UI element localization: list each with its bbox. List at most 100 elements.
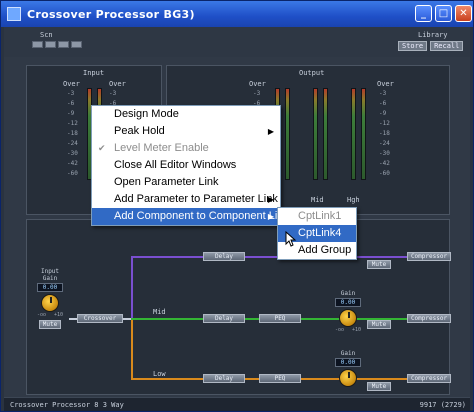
input-gain-scale-min: -oo bbox=[37, 312, 47, 318]
mid-gain-scale-max: +10 bbox=[351, 327, 361, 333]
submenu-item-label: CptLink1 bbox=[298, 210, 342, 222]
mouse-cursor-icon bbox=[285, 231, 297, 247]
submenu-arrow-icon: ▶ bbox=[267, 127, 274, 136]
low-gain-value[interactable]: 0.00 bbox=[335, 358, 361, 367]
mid-gain-scale: -oo +10 bbox=[331, 327, 365, 333]
window-title: Crossover Processor BG3) bbox=[27, 7, 195, 21]
output-right-tick-label: -9 bbox=[379, 110, 387, 117]
output-over-right: Over bbox=[377, 80, 394, 88]
output-right-tick-label: -12 bbox=[379, 120, 390, 127]
high-mute-button[interactable]: Mute bbox=[367, 260, 391, 269]
mid-gain-control: Gain 0.00 -oo +10 bbox=[331, 290, 365, 333]
mid-mute-button[interactable]: Mute bbox=[367, 320, 391, 329]
minimize-button[interactable]: _ bbox=[415, 5, 432, 22]
scene-button-4[interactable] bbox=[71, 41, 82, 48]
input-mute-button[interactable]: Mute bbox=[39, 320, 61, 329]
output-right-tick-label: -30 bbox=[379, 150, 390, 157]
recall-button[interactable]: Recall bbox=[430, 41, 464, 51]
mid-delay-block[interactable]: Delay bbox=[203, 314, 245, 323]
input-left-tick-label: -60 bbox=[67, 170, 78, 177]
output-channel-high: Hgh bbox=[347, 196, 360, 204]
mid-compressor-block[interactable]: Compressor bbox=[407, 314, 451, 323]
menu-item-label: Level Meter Enable bbox=[114, 142, 209, 154]
menu-item-close-all-editor-windows[interactable]: Close All Editor Windows bbox=[92, 157, 280, 174]
output-right-tick-label: -42 bbox=[379, 160, 390, 167]
context-menu: Design Mode Peak Hold ▶ ✔ Level Meter Enab… bbox=[91, 105, 289, 226]
submenu-arrow-icon: ▶ bbox=[267, 195, 274, 204]
mid-gain-value[interactable]: 0.00 bbox=[335, 298, 361, 307]
scene-buttons bbox=[32, 41, 82, 48]
output-right-tick-label: -3 bbox=[379, 90, 387, 97]
scene-button-2[interactable] bbox=[45, 41, 56, 48]
mid-gain-knob[interactable] bbox=[339, 309, 357, 327]
low-gain-control: Gain 0.00 bbox=[331, 350, 365, 387]
low-band-label: Low bbox=[153, 370, 166, 378]
input-gain-label: Input bbox=[40, 268, 60, 275]
mid-band-label: Mid bbox=[153, 308, 166, 316]
app-window: Crossover Processor BG3) _ □ ✕ Scn Libra… bbox=[0, 0, 474, 412]
input-left-tick-label: -12 bbox=[67, 120, 78, 127]
library-label: Library bbox=[418, 31, 448, 39]
menu-item-add-component-to-component-link[interactable]: Add Component to Component Link ▶ bbox=[92, 208, 289, 225]
app-icon bbox=[7, 7, 21, 21]
low-gain-knob[interactable] bbox=[339, 369, 357, 387]
input-gain-scale-max: +10 bbox=[53, 312, 63, 318]
output-meter-title: Output bbox=[299, 69, 325, 77]
wire-high-vertical bbox=[131, 256, 133, 318]
wire-crossover-out bbox=[123, 318, 131, 320]
signal-flow-panel: Input Gain 0.00 -oo +10 Mute Crossover D… bbox=[26, 219, 451, 395]
input-left-tick-label: -18 bbox=[67, 130, 78, 137]
mid-gain-scale-min: -oo bbox=[335, 327, 345, 333]
low-delay-block[interactable]: Delay bbox=[203, 374, 245, 383]
crossover-block[interactable]: Crossover bbox=[77, 314, 123, 323]
scene-button-3[interactable] bbox=[58, 41, 69, 48]
submenu-arrow-icon: ▶ bbox=[267, 212, 274, 221]
scene-button-1[interactable] bbox=[32, 41, 43, 48]
checkmark-icon: ✔ bbox=[98, 143, 106, 153]
menu-item-open-parameter-link[interactable]: Open Parameter Link bbox=[92, 174, 280, 191]
menu-item-label: Add Parameter to Parameter Link bbox=[114, 193, 278, 205]
top-toolbar: Scn Library Store Recall bbox=[4, 27, 470, 57]
input-over-right: Over bbox=[109, 80, 126, 88]
input-left-tick-label: -24 bbox=[67, 140, 78, 147]
menu-item-peak-hold[interactable]: Peak Hold ▶ bbox=[92, 123, 280, 140]
submenu-item-label: Add Group bbox=[298, 244, 352, 256]
high-compressor-block[interactable]: Compressor bbox=[407, 252, 451, 261]
output-meter-3 bbox=[313, 88, 318, 180]
input-meter-title: Input bbox=[83, 69, 105, 77]
store-button[interactable]: Store bbox=[398, 41, 428, 51]
mid-gain-label: Gain bbox=[340, 290, 356, 297]
low-mute-button[interactable]: Mute bbox=[367, 382, 391, 391]
mid-peq-block[interactable]: PEQ bbox=[259, 314, 301, 323]
output-over-left: Over bbox=[249, 80, 266, 88]
title-bar[interactable]: Crossover Processor BG3) _ □ ✕ bbox=[1, 1, 473, 27]
menu-item-label: Open Parameter Link bbox=[114, 176, 219, 188]
wire-input-to-crossover bbox=[69, 318, 77, 320]
menu-item-add-parameter-to-parameter-link[interactable]: Add Parameter to Parameter Link ▶ bbox=[92, 191, 280, 208]
input-gain-sublabel: Gain bbox=[42, 275, 58, 282]
low-compressor-block[interactable]: Compressor bbox=[407, 374, 451, 383]
high-delay-block[interactable]: Delay bbox=[203, 252, 245, 261]
submenu-item-cptlink1[interactable]: CptLink1 bbox=[278, 208, 356, 225]
menu-item-design-mode[interactable]: Design Mode bbox=[92, 106, 280, 123]
status-left-text: Crossover Processor 8 3 Way bbox=[10, 401, 124, 409]
scene-label: Scn bbox=[40, 31, 53, 39]
status-right-text: 9917 (2729) bbox=[419, 401, 466, 409]
input-left-tick-label: -6 bbox=[67, 100, 75, 107]
menu-item-level-meter-enable[interactable]: ✔ Level Meter Enable bbox=[92, 140, 280, 157]
input-gain-scale: -oo +10 bbox=[33, 312, 67, 318]
input-left-tick-label: -9 bbox=[67, 110, 75, 117]
menu-item-label: Close All Editor Windows bbox=[114, 159, 237, 171]
close-button[interactable]: ✕ bbox=[455, 5, 472, 22]
wire-low-vertical bbox=[131, 318, 133, 378]
input-gain-knob[interactable] bbox=[41, 294, 59, 312]
low-gain-label: Gain bbox=[340, 350, 356, 357]
output-right-tick-label: -18 bbox=[379, 130, 390, 137]
menu-item-label: Peak Hold bbox=[114, 125, 165, 137]
input-left-tick-label: -30 bbox=[67, 150, 78, 157]
input-gain-value[interactable]: 0.00 bbox=[37, 283, 63, 292]
input-left-tick-label: -42 bbox=[67, 160, 78, 167]
low-peq-block[interactable]: PEQ bbox=[259, 374, 301, 383]
output-channel-mid: Mid bbox=[311, 196, 324, 204]
maximize-button[interactable]: □ bbox=[435, 5, 452, 22]
